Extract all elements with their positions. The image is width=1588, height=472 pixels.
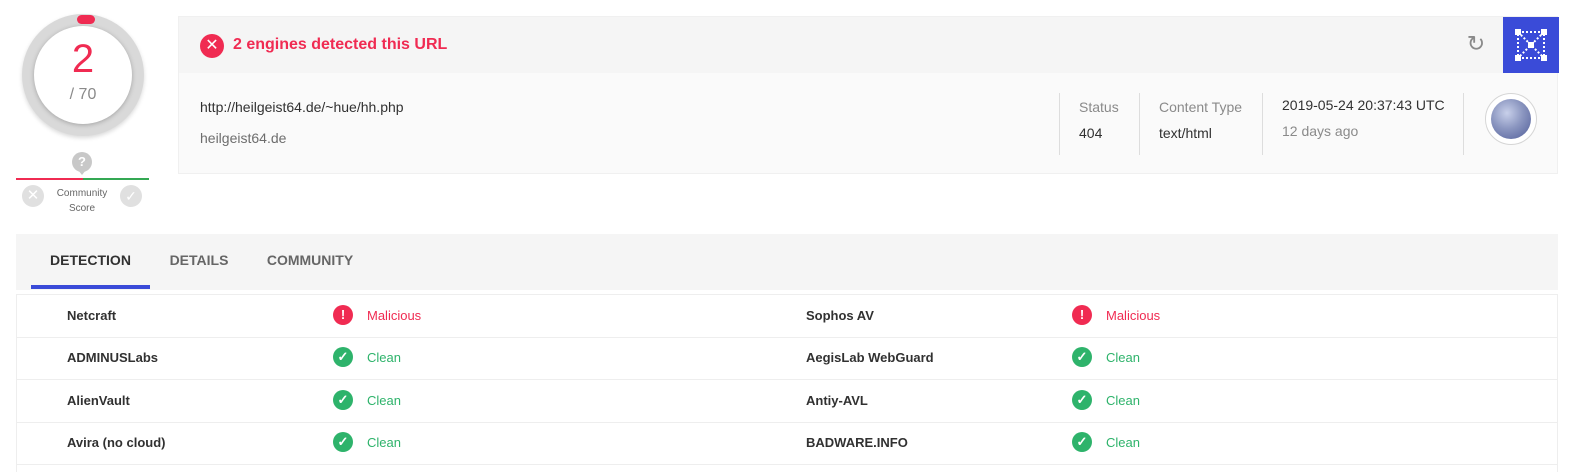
divider — [1139, 93, 1140, 155]
engine-name: Sophos AV — [806, 308, 874, 323]
status-label: Status — [1079, 99, 1119, 115]
engine-name: AlienVault — [67, 393, 130, 408]
detection-table: Netcraft ! Malicious Sophos AV ! Malicio… — [16, 294, 1558, 472]
divider — [1463, 93, 1464, 155]
engine-result: Clean — [1106, 350, 1140, 365]
check-circle-icon: ✓ — [1072, 347, 1092, 367]
analysis-date: 2019-05-24 20:37:43 UTC — [1282, 97, 1445, 113]
tab-detection[interactable]: DETECTION — [31, 234, 150, 290]
exclamation-circle-icon: ! — [333, 305, 353, 325]
engine-result: Malicious — [367, 308, 422, 323]
engine-name: Netcraft — [67, 308, 117, 323]
reload-icon[interactable]: ↻ — [1463, 31, 1489, 57]
engine-name: ADMINUSLabs — [67, 350, 159, 365]
tab-community[interactable]: COMMUNITY — [254, 234, 366, 290]
exclamation-circle-icon: ! — [1072, 305, 1092, 325]
check-circle-icon: ✓ — [1072, 390, 1092, 410]
domain-text[interactable]: heilgeist64.de — [200, 130, 286, 146]
engine-result: Clean — [367, 435, 401, 450]
table-row: Netcraft ! Malicious Sophos AV ! Malicio… — [17, 295, 1557, 338]
active-tab-indicator — [31, 285, 150, 289]
engine-total: / 70 — [69, 86, 97, 103]
table-row: Avira (no cloud) ✓ Clean BADWARE.INFO ✓ … — [17, 422, 1557, 465]
url-summary-card: ✕ 2 engines detected this URL ↻ http://h… — [178, 16, 1559, 174]
question-icon[interactable]: ? — [72, 152, 92, 175]
check-circle-icon: ✓ — [1072, 432, 1092, 452]
check-circle-icon: ✓ — [333, 347, 353, 367]
detection-count: 2 — [71, 37, 95, 81]
close-circle-icon: ✕ — [200, 34, 224, 58]
community-label-line1: Community — [56, 188, 108, 199]
community-bar-positive — [83, 178, 149, 180]
engine-result: Clean — [367, 393, 401, 408]
engine-result: Clean — [367, 350, 401, 365]
detection-alert-text: 2 engines detected this URL — [233, 36, 448, 53]
status-value: 404 — [1079, 125, 1103, 141]
community-score-label: Community Score — [46, 186, 118, 216]
graph-button[interactable] — [1503, 17, 1559, 73]
graph-icon — [1515, 29, 1547, 61]
check-circle-icon: ✓ — [333, 432, 353, 452]
tab-details[interactable]: DETAILS — [160, 234, 238, 290]
divider — [1262, 93, 1263, 155]
engine-name: Antiy-AVL — [806, 393, 868, 408]
vote-harmless-icon[interactable]: ✓ — [120, 185, 142, 207]
engine-name: AegisLab WebGuard — [806, 350, 934, 365]
engine-result: Clean — [1106, 393, 1140, 408]
table-row: AlienVault ✓ Clean Antiy-AVL ✓ Clean — [17, 380, 1557, 423]
favicon — [1485, 93, 1537, 145]
table-row: ADMINUSLabs ✓ Clean AegisLab WebGuard ✓ … — [17, 337, 1557, 380]
analysis-age: 12 days ago — [1282, 123, 1359, 139]
community-label-line2: Score — [68, 203, 96, 214]
divider — [1059, 93, 1060, 155]
community-bar-negative — [16, 178, 83, 180]
globe-icon — [1491, 99, 1531, 139]
url-text[interactable]: http://heilgeist64.de/~hue/hh.php — [200, 99, 404, 115]
engine-name: Avira (no cloud) — [67, 435, 166, 450]
engine-name: BADWARE.INFO — [806, 435, 908, 450]
engine-result: Clean — [1106, 435, 1140, 450]
tab-bar: DETECTION DETAILS COMMUNITY — [16, 234, 1558, 290]
engine-result: Malicious — [1106, 308, 1161, 323]
vote-harmful-icon[interactable]: ✕ — [22, 185, 44, 207]
alert-bar: ✕ 2 engines detected this URL ↻ — [179, 17, 1559, 73]
community-score: ? ✕ Community Score ✓ — [16, 152, 150, 214]
content-type-label: Content Type — [1159, 99, 1243, 115]
score-indicator — [77, 15, 95, 24]
content-type-value: text/html — [1159, 125, 1212, 141]
detection-score-widget: 2 / 70 — [22, 14, 144, 136]
check-circle-icon: ✓ — [333, 390, 353, 410]
